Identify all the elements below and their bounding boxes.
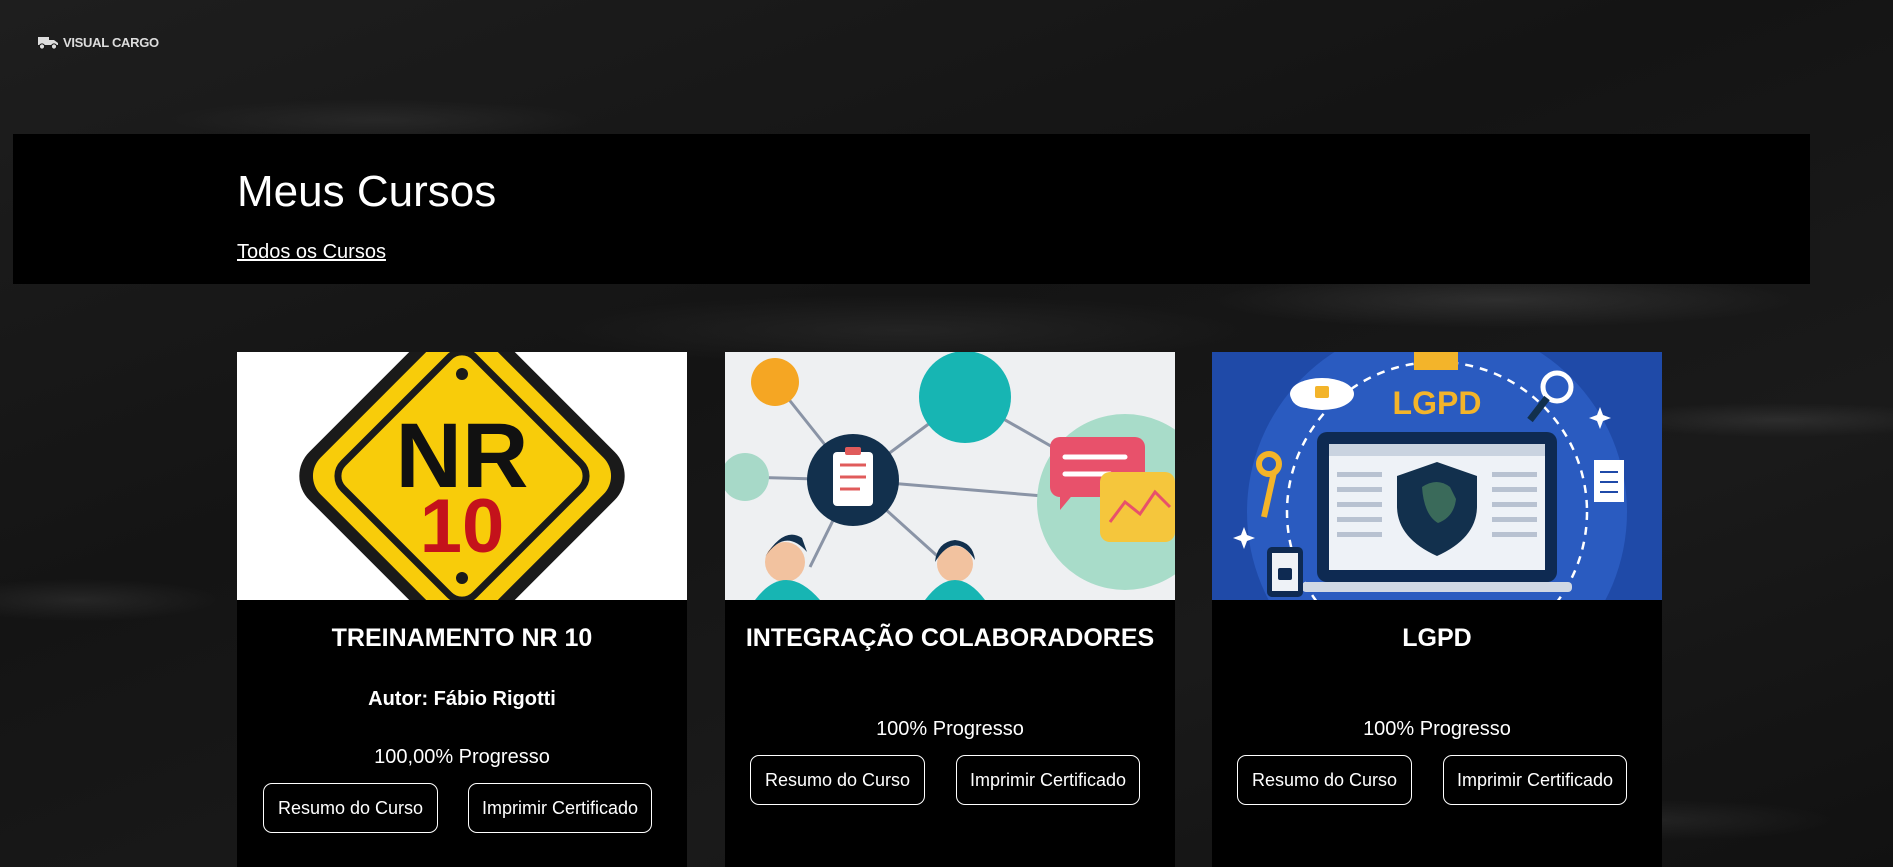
course-image-integracao[interactable]	[725, 352, 1175, 600]
course-summary-button[interactable]: Resumo do Curso	[263, 783, 438, 833]
print-certificate-button[interactable]: Imprimir Certificado	[956, 755, 1140, 805]
course-progress: 100% Progresso	[1363, 718, 1511, 740]
all-courses-link[interactable]: Todos os Cursos	[237, 241, 386, 264]
course-summary-button[interactable]: Resumo do Curso	[750, 755, 925, 805]
course-card-integracao: INTEGRAÇÃO COLABORADORES 100% Progresso …	[725, 352, 1175, 867]
course-card-nr10: NR 10 TREINAMENTO NR 10 Autor: Fábio Rig…	[237, 352, 687, 867]
course-image-nr10[interactable]: NR 10	[237, 352, 687, 600]
course-title: LGPD	[1402, 624, 1472, 652]
brand-name: VISUAL CARGO	[63, 34, 159, 50]
course-title: TREINAMENTO NR 10	[331, 624, 593, 652]
course-progress: 100,00% Progresso	[374, 746, 550, 768]
brand-logo[interactable]: VISUAL CARGO	[36, 34, 159, 50]
course-title: INTEGRAÇÃO COLABORADORES	[745, 624, 1155, 652]
page-title: Meus Cursos	[237, 167, 497, 216]
course-summary-button[interactable]: Resumo do Curso	[1237, 755, 1412, 805]
print-certificate-button[interactable]: Imprimir Certificado	[1443, 755, 1627, 805]
course-progress: 100% Progresso	[876, 718, 1024, 740]
truck-logo-icon	[38, 37, 58, 50]
lgpd-label: LGPD	[1393, 385, 1482, 421]
course-author: Autor: Fábio Rigotti	[368, 688, 556, 710]
print-certificate-button[interactable]: Imprimir Certificado	[468, 783, 652, 833]
course-card-lgpd: LGPD LGPD 100% Progresso Resumo do Curso…	[1212, 352, 1662, 867]
nr10-sign-10: 10	[420, 484, 505, 569]
course-image-lgpd[interactable]: LGPD	[1212, 352, 1662, 600]
